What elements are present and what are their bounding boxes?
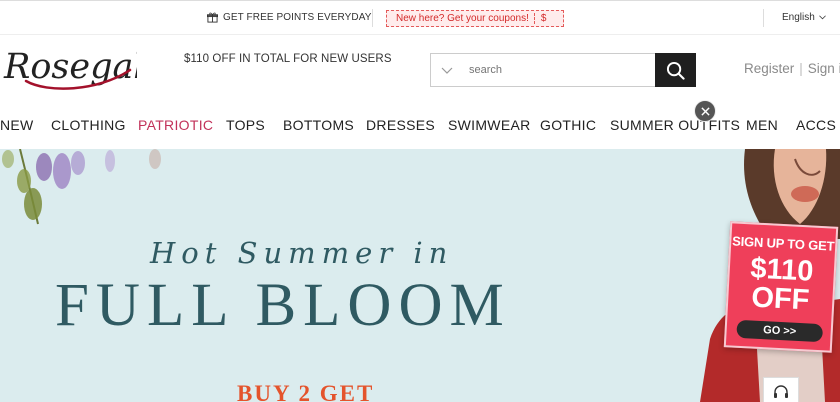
hero-headline: FULL BLOOM xyxy=(55,272,511,339)
chevron-down-icon[interactable] xyxy=(441,67,453,74)
signin-link[interactable]: Sign in xyxy=(808,61,840,76)
signup-line: SIGN UP TO GET xyxy=(731,233,835,254)
divider xyxy=(372,9,373,27)
support-button[interactable] xyxy=(763,377,799,402)
hero-banner[interactable]: Hot Summer in FULL BLOOM BUY 2 GET xyxy=(0,149,840,402)
signup-popup[interactable]: SIGN UP TO GET $110 OFF GO >> xyxy=(723,221,839,353)
chevron-down-icon xyxy=(818,15,826,20)
coupon-separator xyxy=(533,13,535,24)
nav-item-swimwear[interactable]: SWIMWEAR xyxy=(448,117,531,133)
hero-script-text: Hot Summer in xyxy=(150,236,454,270)
search-input[interactable] xyxy=(469,64,639,76)
new-user-promo[interactable]: $110 OFF IN TOTAL FOR NEW USERS xyxy=(184,53,392,65)
coupon-banner[interactable]: New here? Get your coupons! $ xyxy=(386,10,564,27)
nav-item-dresses[interactable]: DRESSES xyxy=(366,117,435,133)
search-button[interactable] xyxy=(655,53,696,87)
top-strip: GET FREE POINTS EVERYDAY New here? Get y… xyxy=(0,0,840,35)
account-links: Register | Sign in xyxy=(744,61,840,76)
nav-item-men[interactable]: MEN xyxy=(746,117,778,133)
nav-item-summer-outfits[interactable]: SUMMER OUTFITS xyxy=(610,117,740,133)
logo-graphic: Rosegal xyxy=(3,47,145,90)
rosegal-logo[interactable]: Rosegal xyxy=(2,38,145,96)
close-icon xyxy=(700,106,710,116)
headset-icon xyxy=(774,385,788,398)
gift-icon xyxy=(207,12,218,23)
register-link[interactable]: Register xyxy=(744,61,794,76)
hero-offer-text: BUY 2 GET xyxy=(237,381,375,402)
nav-item-gothic[interactable]: GOTHIC xyxy=(540,117,596,133)
logo-text: Rosegal xyxy=(3,47,137,87)
wisteria-decoration xyxy=(2,149,161,225)
nav-item-new[interactable]: NEW xyxy=(0,117,34,133)
language-selector[interactable]: English xyxy=(782,12,826,23)
signup-go-button[interactable]: GO >> xyxy=(736,319,824,343)
free-points-text: GET FREE POINTS EVERYDAY xyxy=(223,12,372,23)
language-label: English xyxy=(782,12,815,23)
nav-item-patriotic[interactable]: PATRIOTIC xyxy=(138,117,213,133)
search-icon xyxy=(666,61,685,80)
dollar-icon: $ xyxy=(540,13,547,24)
divider xyxy=(763,9,764,27)
signup-off: OFF xyxy=(750,281,811,317)
nav-item-clothing[interactable]: CLOTHING xyxy=(51,117,126,133)
nav-item-tops[interactable]: TOPS xyxy=(226,117,265,133)
search-bar xyxy=(430,53,656,87)
nav-item-accs[interactable]: ACCS xyxy=(796,117,836,133)
nav-item-bottoms[interactable]: BOTTOMS xyxy=(283,117,354,133)
popup-close-button[interactable] xyxy=(694,100,716,122)
coupon-text: New here? Get your coupons! xyxy=(396,13,529,24)
account-separator: | xyxy=(799,61,803,76)
free-points-link[interactable]: GET FREE POINTS EVERYDAY xyxy=(207,12,372,23)
